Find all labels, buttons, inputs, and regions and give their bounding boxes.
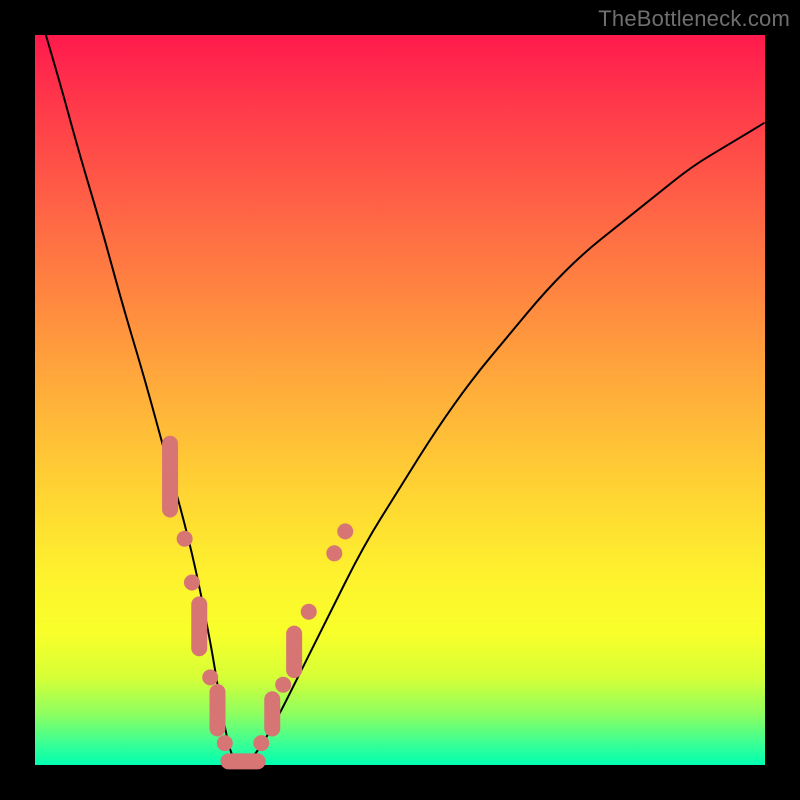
bottleneck-curve	[35, 0, 765, 763]
marker-dot	[253, 735, 269, 751]
marker-dot	[177, 531, 193, 547]
marker-pill	[162, 436, 178, 518]
marker-dot	[275, 677, 291, 693]
marker-pill	[286, 626, 302, 679]
marker-dot	[326, 545, 342, 561]
marker-dot	[217, 735, 233, 751]
curve-markers	[162, 436, 353, 770]
marker-dot	[301, 604, 317, 620]
bottleneck-curve-svg	[35, 35, 765, 765]
marker-pill	[191, 596, 207, 656]
chart-frame: TheBottleneck.com	[0, 0, 800, 800]
marker-dot	[202, 669, 218, 685]
marker-dot	[337, 523, 353, 539]
watermark-text: TheBottleneck.com	[598, 6, 790, 32]
marker-pill	[264, 691, 280, 736]
marker-pill	[210, 684, 226, 737]
chart-plot-area	[35, 35, 765, 765]
marker-dot	[184, 575, 200, 591]
marker-pill	[220, 753, 265, 769]
